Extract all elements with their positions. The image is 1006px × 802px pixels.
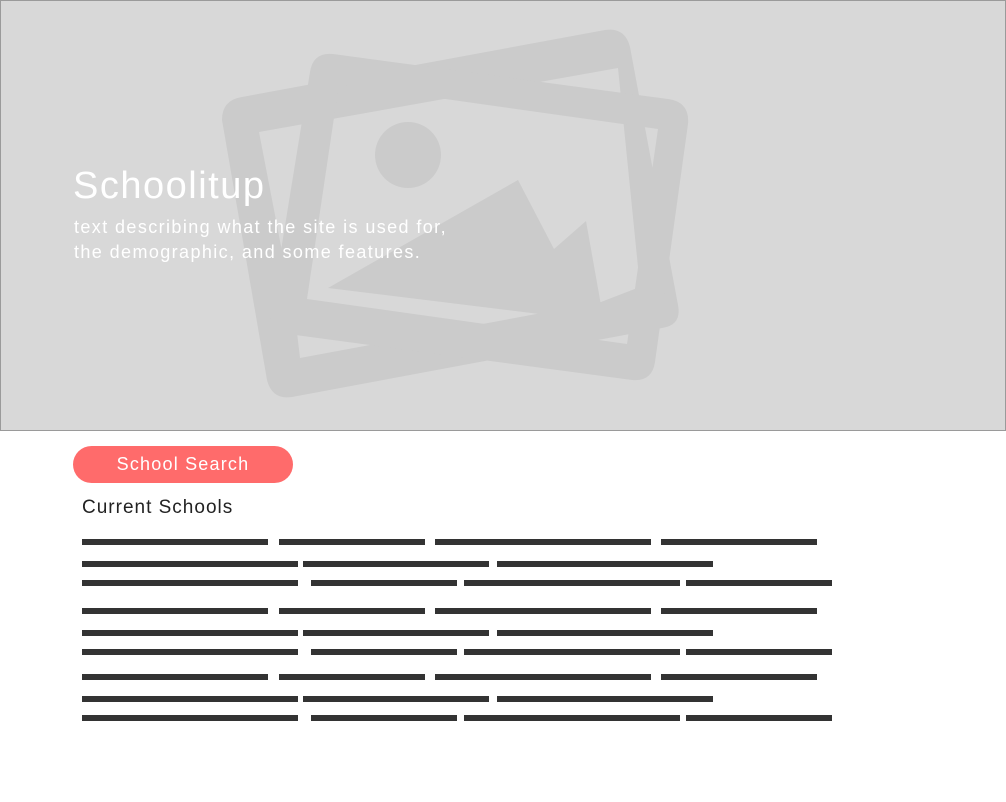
text-line-placeholder (82, 696, 298, 702)
text-line-placeholder (82, 608, 268, 614)
text-line-placeholder (464, 715, 680, 721)
text-line-placeholder (311, 649, 457, 655)
text-line-placeholder (82, 630, 298, 636)
text-line-placeholder (82, 674, 268, 680)
site-description: text describing what the site is used fo… (74, 215, 447, 265)
text-line-placeholder (82, 580, 298, 586)
text-line-placeholder (686, 715, 832, 721)
school-search-button[interactable]: School Search (73, 446, 293, 483)
text-line-placeholder (303, 696, 489, 702)
text-line-placeholder (661, 674, 817, 680)
current-schools-heading: Current Schools (82, 497, 234, 518)
text-line-placeholder (279, 539, 425, 545)
text-line-placeholder (303, 561, 489, 567)
text-line-placeholder (311, 715, 457, 721)
text-line-placeholder (464, 649, 680, 655)
text-line-placeholder (686, 580, 832, 586)
text-line-placeholder (279, 674, 425, 680)
text-line-placeholder (435, 674, 651, 680)
text-line-placeholder (497, 696, 713, 702)
text-line-placeholder (435, 539, 651, 545)
text-line-placeholder (311, 580, 457, 586)
hero-banner: Schoolitup text describing what the site… (0, 0, 1006, 431)
text-line-placeholder (303, 630, 489, 636)
text-line-placeholder (279, 608, 425, 614)
text-line-placeholder (497, 630, 713, 636)
text-line-placeholder (464, 580, 680, 586)
text-line-placeholder (82, 539, 268, 545)
text-line-placeholder (82, 561, 298, 567)
text-line-placeholder (686, 649, 832, 655)
site-description-line: the demographic, and some features. (74, 242, 422, 262)
site-description-line: text describing what the site is used fo… (74, 217, 447, 237)
text-line-placeholder (497, 561, 713, 567)
text-line-placeholder (661, 608, 817, 614)
text-line-placeholder (435, 608, 651, 614)
text-line-placeholder (82, 715, 298, 721)
text-line-placeholder (82, 649, 298, 655)
text-line-placeholder (661, 539, 817, 545)
site-title: Schoolitup (73, 165, 266, 207)
